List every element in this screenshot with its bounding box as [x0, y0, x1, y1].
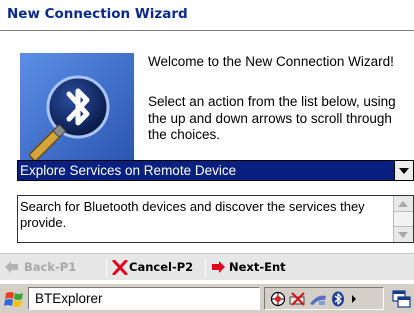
show-desktop-icon[interactable]: [391, 289, 411, 309]
chevron-down-icon[interactable]: [394, 161, 413, 180]
signal-icon[interactable]: [309, 291, 327, 307]
windows-flag-icon[interactable]: [4, 289, 26, 309]
forward-arrow-icon: [212, 261, 225, 273]
back-button-label: Back-P1: [24, 260, 77, 274]
next-button[interactable]: Next-Ent: [211, 258, 301, 278]
battery-warning-icon[interactable]: [289, 291, 307, 307]
scroll-down-icon[interactable]: [394, 226, 413, 242]
active-app-button[interactable]: BTExplorer: [28, 287, 260, 310]
next-button-label: Next-Ent: [229, 260, 286, 274]
command-separator: [106, 259, 107, 277]
network-globe-icon[interactable]: [269, 291, 287, 307]
back-button[interactable]: Back-P1: [4, 258, 94, 278]
command-bar: Back-P1 Cancel-P2 Next-Ent: [0, 253, 414, 280]
title-divider: [0, 30, 414, 31]
description-scrollbar[interactable]: [393, 196, 413, 242]
title-bar: New Connection Wizard: [0, 0, 414, 30]
bluetooth-logo-icon: [20, 53, 134, 167]
action-description-text: Search for Bluetooth devices and discove…: [20, 199, 365, 230]
taskbar: BTExplorer: [0, 283, 414, 313]
cancel-button[interactable]: Cancel-P2: [112, 258, 202, 278]
back-arrow-icon: [5, 261, 18, 273]
system-tray: [264, 287, 384, 310]
active-app-label: BTExplorer: [35, 291, 103, 306]
bluetooth-icon[interactable]: [331, 291, 345, 307]
action-dropdown[interactable]: Explore Services on Remote Device: [17, 160, 414, 181]
welcome-text: Welcome to the New Connection Wizard!: [148, 54, 394, 69]
cancel-button-label: Cancel-P2: [129, 260, 194, 274]
tray-chevron-icon[interactable]: [349, 291, 359, 307]
window-title: New Connection Wizard: [7, 6, 188, 22]
command-separator: [205, 259, 206, 277]
instructions-text: Select an action from the list below, us…: [148, 94, 396, 142]
action-description-box: Search for Bluetooth devices and discove…: [17, 195, 414, 243]
action-dropdown-value[interactable]: Explore Services on Remote Device: [18, 161, 394, 180]
red-x-icon: [112, 260, 128, 275]
scroll-up-icon[interactable]: [394, 196, 413, 212]
